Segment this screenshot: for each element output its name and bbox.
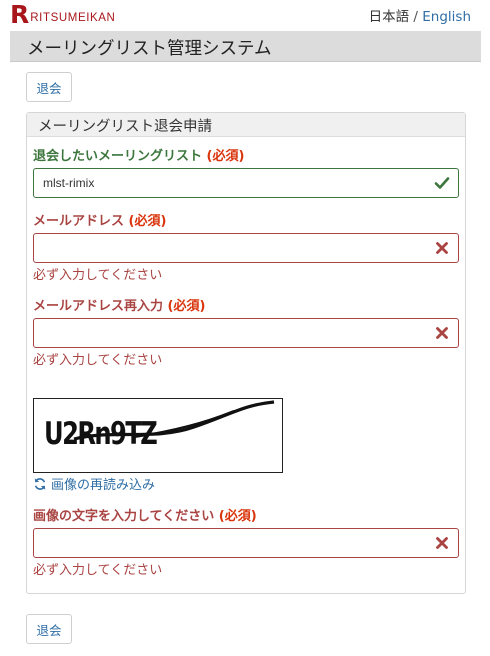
email-label: メールアドレス (必須) [33,210,166,229]
required-marker: (必須) [206,149,245,164]
panel-title: メーリングリスト退会申請 [38,119,212,135]
x-icon [436,327,448,339]
email-confirm-label: メールアドレス再入力 (必須) [33,295,205,314]
logo-text: RITSUMEIKAN [30,12,116,24]
email-confirm-input[interactable] [43,319,423,347]
captcha-help-text: 必ず入力してください [33,563,163,578]
captcha-text: U2Rn9TZ [44,416,158,452]
x-icon [436,537,448,549]
mailing-list-label: 退会したいメーリングリスト (必須) [33,145,244,164]
reload-captcha-link[interactable]: 画像の再読み込み [33,474,155,493]
email-input[interactable] [43,234,423,262]
language-english-link[interactable]: English [422,9,471,25]
email-field [33,233,459,263]
required-marker: (必須) [167,299,206,314]
mailing-list-field [33,168,459,198]
header-bar: メーリングリスト管理システム [10,31,481,62]
captcha-image: U2Rn9TZ [33,398,283,473]
language-separator: / [413,9,418,25]
required-marker: (必須) [128,214,167,229]
logo-letter: R [10,0,30,29]
captcha-input[interactable] [43,529,423,557]
x-icon [436,242,448,254]
refresh-icon [34,477,46,490]
mailing-list-label-text: 退会したいメーリングリスト [33,149,203,164]
email-help-text: 必ず入力してください [33,268,163,283]
unsubscribe-button-bottom[interactable]: 退会 [26,614,72,644]
language-japanese: 日本語 [368,9,410,25]
language-switcher: 日本語 / English [369,5,471,25]
captcha-field [33,528,459,558]
email-confirm-field [33,318,459,348]
email-confirm-help-text: 必ず入力してください [33,353,163,368]
captcha-label: 画像の文字を入力してください (必須) [33,505,257,524]
page-title: メーリングリスト管理システム [27,39,272,59]
top-bar: R RITSUMEIKAN 日本語 / English [0,0,490,30]
mailing-list-input[interactable] [43,169,423,197]
check-icon [434,177,450,189]
email-confirm-label-text: メールアドレス再入力 [33,299,164,314]
ritsumeikan-logo[interactable]: R RITSUMEIKAN [10,2,115,27]
reload-captcha-text: 画像の再読み込み [51,478,156,493]
required-marker: (必須) [218,509,257,524]
panel-header: メーリングリスト退会申請 [27,113,465,137]
unsubscribe-button-top[interactable]: 退会 [26,72,72,102]
email-label-text: メールアドレス [33,214,125,229]
captcha-label-text: 画像の文字を入力してください [33,509,215,524]
